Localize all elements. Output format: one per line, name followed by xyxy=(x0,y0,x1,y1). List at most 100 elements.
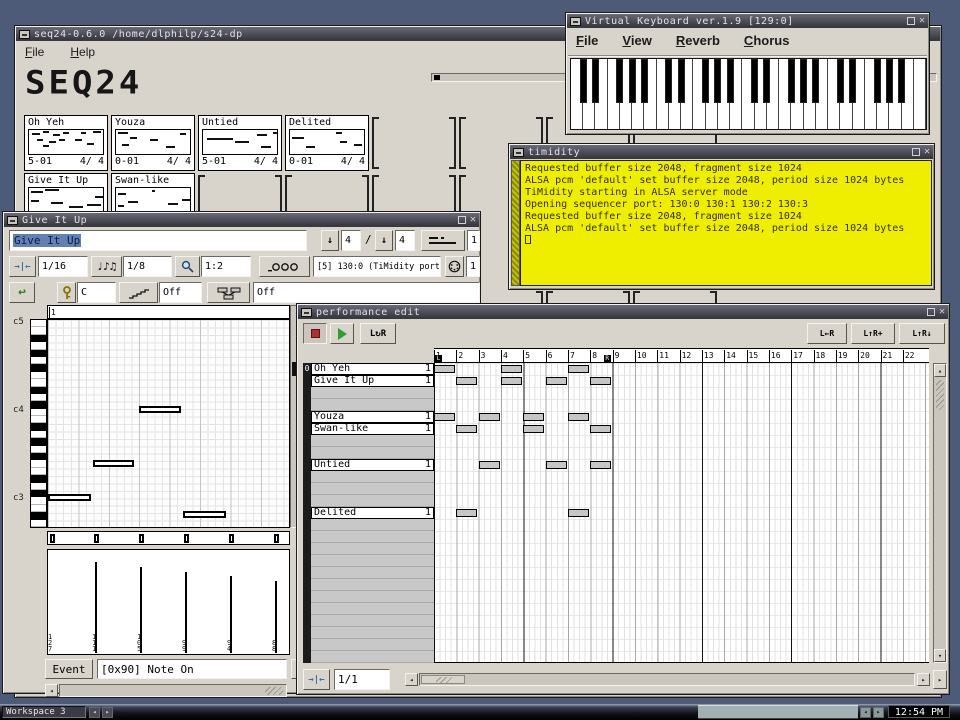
midi-bus-value[interactable]: [5] 130:0 (TiMidity port 0) xyxy=(313,256,441,277)
resize-grip[interactable] xyxy=(265,687,283,695)
pattern-slot-untied[interactable]: Untied5-014/ 4 xyxy=(198,115,282,171)
close-icon[interactable]: ✕ xyxy=(939,307,945,317)
piano-key-row[interactable] xyxy=(31,327,46,334)
black-key[interactable] xyxy=(751,59,758,103)
black-key[interactable] xyxy=(886,59,893,103)
track-row-empty[interactable] xyxy=(311,531,434,543)
piano-key-row[interactable] xyxy=(31,357,46,364)
piano-key-row[interactable] xyxy=(31,364,46,371)
black-key[interactable] xyxy=(580,59,587,103)
timidity-titlebar[interactable]: timidity ✕ xyxy=(510,145,933,159)
pattern-slot-youza[interactable]: Youza0-014/ 4 xyxy=(111,115,195,171)
scrollbar-thumb[interactable] xyxy=(421,675,465,684)
track-row-empty[interactable] xyxy=(311,471,434,483)
tray-next-arrow[interactable]: ▸ xyxy=(873,707,884,718)
midi-note[interactable] xyxy=(48,494,91,501)
event-tick[interactable] xyxy=(274,534,279,543)
black-key[interactable] xyxy=(592,59,599,103)
collapse-button[interactable]: L←R xyxy=(807,323,847,344)
terminal-scrollbar[interactable] xyxy=(511,160,520,286)
corner-right-arrow[interactable]: ▸ xyxy=(933,670,947,689)
velocity-pane[interactable]: 1 2 71 1 11 0 59 99 48 8 xyxy=(47,549,290,655)
zoom-value[interactable]: 1:2 xyxy=(201,256,251,277)
grow-shrink-button[interactable]: →|← xyxy=(303,669,330,690)
key-icon-button[interactable] xyxy=(57,282,76,303)
black-key[interactable] xyxy=(665,59,672,103)
menu-view[interactable]: View xyxy=(622,33,651,48)
scroll-down-arrow[interactable]: ▾ xyxy=(934,649,946,662)
workspace-indicator[interactable]: Workspace 3 xyxy=(2,706,86,718)
song-block[interactable] xyxy=(479,461,500,469)
piano-keyboard[interactable] xyxy=(570,58,927,130)
event-button[interactable]: Event xyxy=(45,659,93,679)
maximize-icon[interactable] xyxy=(912,148,920,156)
pattern-slot-oh-yeh[interactable]: Oh Yeh5-014/ 4 xyxy=(24,115,108,171)
grow-shrink-button[interactable]: →|← xyxy=(9,256,36,277)
background-sequence-icon-button[interactable] xyxy=(207,282,250,303)
minimize-icon[interactable] xyxy=(513,148,524,157)
track-row-oh-yeh[interactable]: Oh Yeh1 xyxy=(311,363,434,375)
minimize-icon[interactable] xyxy=(570,17,581,26)
song-block[interactable] xyxy=(546,461,567,469)
scale-value[interactable]: Off xyxy=(159,282,202,303)
track-row-youza[interactable]: Youza1 xyxy=(311,411,434,423)
song-block[interactable] xyxy=(434,413,455,421)
song-grid[interactable] xyxy=(434,363,929,663)
song-block[interactable] xyxy=(523,425,544,433)
minimize-icon[interactable] xyxy=(19,30,30,39)
piano-key-row[interactable] xyxy=(31,490,46,497)
song-vertical-scrollbar[interactable]: ▴ ▾ xyxy=(933,363,947,663)
song-block[interactable] xyxy=(523,413,544,421)
menu-file[interactable]: File xyxy=(576,33,598,48)
song-block[interactable] xyxy=(501,365,522,373)
workspace-prev-arrow[interactable]: ◂ xyxy=(89,707,100,718)
scrollbar-thumb[interactable] xyxy=(936,380,944,410)
black-key[interactable] xyxy=(849,59,856,103)
hscroll-left-arrow[interactable]: ◂ xyxy=(405,673,418,686)
piano-key-row[interactable] xyxy=(31,446,46,453)
track-row-empty[interactable] xyxy=(311,435,434,447)
piano-key-row[interactable] xyxy=(31,505,46,512)
menu-help[interactable]: Help xyxy=(70,45,95,59)
event-tick[interactable] xyxy=(229,534,234,543)
piano-key-row[interactable] xyxy=(31,520,46,527)
menu-file[interactable]: File xyxy=(25,45,44,59)
track-row-empty[interactable] xyxy=(311,495,434,507)
piano-key-column[interactable] xyxy=(30,319,47,528)
black-key[interactable] xyxy=(629,59,636,103)
piano-key-row[interactable] xyxy=(31,350,46,357)
piano-key-row[interactable] xyxy=(31,372,46,379)
track-row-empty[interactable] xyxy=(311,447,434,459)
slider-thumb[interactable] xyxy=(434,75,440,80)
hscroll-left-arrow[interactable]: ◂ xyxy=(45,684,58,697)
event-tick[interactable] xyxy=(94,534,99,543)
black-key[interactable] xyxy=(788,59,795,103)
event-strip[interactable] xyxy=(47,531,290,545)
piano-key-row[interactable] xyxy=(31,394,46,401)
midi-note[interactable] xyxy=(93,460,134,467)
beat-width-button[interactable]: ↓ xyxy=(375,230,393,251)
vkeybd-titlebar[interactable]: Virtual Keyboard ver.1.9 [129:0] ✕ xyxy=(567,14,928,28)
track-row-empty[interactable] xyxy=(311,399,434,411)
event-tick[interactable] xyxy=(184,534,189,543)
song-block[interactable] xyxy=(568,509,589,517)
song-block[interactable] xyxy=(590,377,611,385)
song-block[interactable] xyxy=(568,365,589,373)
track-row-untied[interactable]: Untied1 xyxy=(311,459,434,471)
sequence-name-input[interactable]: Give It Up xyxy=(9,230,307,251)
zoom-icon-button[interactable] xyxy=(175,256,200,277)
piano-key-row[interactable] xyxy=(31,460,46,467)
editor-titlebar[interactable]: Give It Up ✕ xyxy=(4,213,479,227)
piano-key-row[interactable] xyxy=(31,453,46,460)
menu-chorus[interactable]: Chorus xyxy=(744,33,790,48)
piano-key-row[interactable] xyxy=(31,379,46,386)
track-row-empty[interactable] xyxy=(311,555,434,567)
track-row-empty[interactable] xyxy=(311,567,434,579)
track-row-give-it-up[interactable]: Give It Up1 xyxy=(311,375,434,387)
song-block[interactable] xyxy=(456,425,477,433)
black-key[interactable] xyxy=(800,59,807,103)
track-row-empty[interactable] xyxy=(311,591,434,603)
song-ruler[interactable]: 12345678910111213141516171819202122LR xyxy=(434,348,929,363)
note-length-value[interactable]: 1/8 xyxy=(123,256,172,277)
song-block[interactable] xyxy=(546,377,567,385)
